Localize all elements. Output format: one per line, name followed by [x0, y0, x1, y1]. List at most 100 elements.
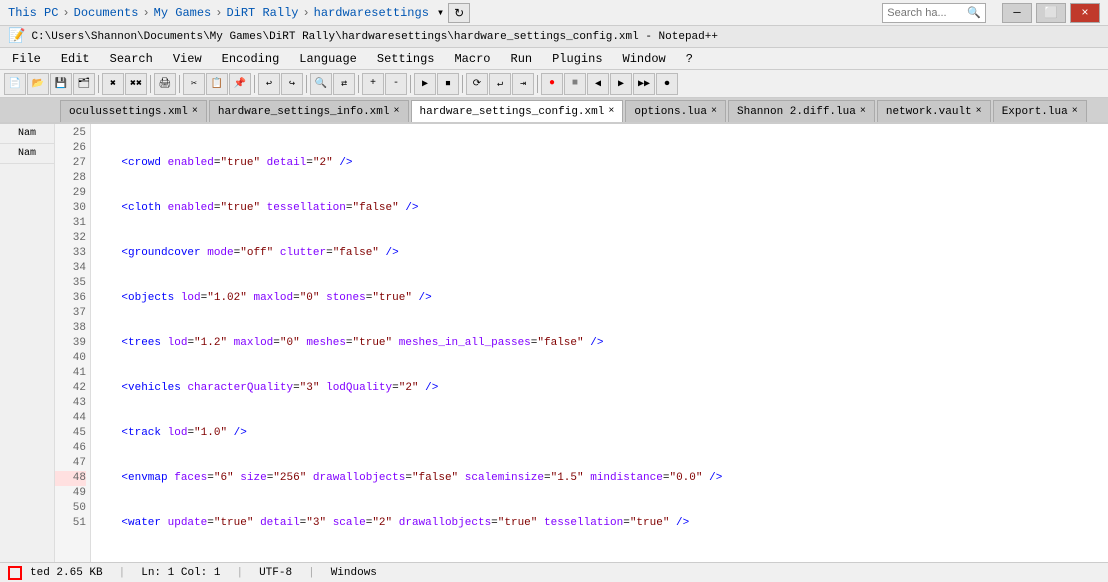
code-line-27: <groundcover mode="off" clutter="false" …	[95, 246, 1104, 261]
minimize-button[interactable]: ─	[1002, 3, 1032, 23]
toolbar-indent[interactable]: ⇥	[512, 73, 534, 95]
toolbar-open[interactable]: 📂	[27, 73, 49, 95]
tab-export-lua[interactable]: Export.lua ×	[993, 100, 1087, 122]
toolbar-paste[interactable]: 📌	[229, 73, 251, 95]
toolbar-copy[interactable]: 📋	[206, 73, 228, 95]
linenum-50: 50	[55, 501, 86, 516]
toolbar-undo[interactable]: ↩	[258, 73, 280, 95]
linenum-49: 49	[55, 486, 86, 501]
menu-language[interactable]: Language	[291, 50, 365, 68]
restore-button[interactable]: ⬜	[1036, 3, 1066, 23]
toolbar-rec[interactable]: ⏺	[656, 73, 678, 95]
toolbar-sep7	[410, 75, 411, 93]
toolbar-sep6	[358, 75, 359, 93]
code-line-31: <track lod="1.0" />	[95, 426, 1104, 441]
toolbar-macro1[interactable]: ▶	[414, 73, 436, 95]
menu-file[interactable]: File	[4, 50, 49, 68]
linenum-48: 48	[55, 471, 86, 486]
breadcrumb-mygames[interactable]: My Games	[154, 6, 212, 20]
toolbar-sep8	[462, 75, 463, 93]
tab-close-network-vault[interactable]: ×	[976, 106, 982, 117]
toolbar-run[interactable]: ●	[541, 73, 563, 95]
tab-close-options-lua[interactable]: ×	[711, 106, 717, 117]
tab-close-oculussettings[interactable]: ×	[192, 106, 198, 117]
breadcrumb-thispc[interactable]: This PC	[8, 6, 58, 20]
toolbar-stop[interactable]: ■	[564, 73, 586, 95]
toolbar-next[interactable]: ▶	[610, 73, 632, 95]
tab-hardware-info[interactable]: hardware_settings_info.xml ×	[209, 100, 409, 122]
toolbar-zoomin[interactable]: +	[362, 73, 384, 95]
toolbar-redo[interactable]: ↪	[281, 73, 303, 95]
status-edit-indicator	[8, 566, 22, 580]
menu-edit[interactable]: Edit	[53, 50, 98, 68]
breadcrumb-sep2: ›	[142, 6, 149, 20]
tab-close-hardware-info[interactable]: ×	[393, 106, 399, 117]
search-input[interactable]	[887, 7, 967, 19]
code-editor[interactable]: <crowd enabled="true" detail="2" /> <clo…	[91, 124, 1108, 562]
linenum-25: 25	[55, 126, 86, 141]
toolbar-close[interactable]: ✖	[102, 73, 124, 95]
toolbar-sync[interactable]: ⟳	[466, 73, 488, 95]
linenum-35: 35	[55, 276, 86, 291]
breadcrumb-sep3: ›	[215, 6, 222, 20]
menu-search[interactable]: Search	[102, 50, 161, 68]
linenum-28: 28	[55, 171, 86, 186]
linenum-34: 34	[55, 261, 86, 276]
tab-close-export-lua[interactable]: ×	[1072, 106, 1078, 117]
toolbar-prev[interactable]: ◀	[587, 73, 609, 95]
linenum-32: 32	[55, 231, 86, 246]
toolbar-sep1	[98, 75, 99, 93]
breadcrumb-hardwaresettings[interactable]: hardwaresettings	[314, 6, 429, 20]
toolbar-cut[interactable]: ✂	[183, 73, 205, 95]
menu-window[interactable]: Window	[615, 50, 674, 68]
linenum-33: 33	[55, 246, 86, 261]
menu-run[interactable]: Run	[503, 50, 541, 68]
left-panel-icon1[interactable]: Nam	[0, 124, 54, 144]
toolbar-find[interactable]: 🔍	[310, 73, 332, 95]
code-line-32: <envmap faces="6" size="256" drawallobje…	[95, 471, 1104, 486]
tab-hardware-config[interactable]: hardware_settings_config.xml ×	[411, 100, 624, 123]
tab-close-shannon-diff[interactable]: ×	[860, 106, 866, 117]
left-panel-icon2[interactable]: Nam	[0, 144, 54, 164]
toolbar-print[interactable]: 🖨	[154, 73, 176, 95]
toolbar-play[interactable]: ▶▶	[633, 73, 655, 95]
breadcrumb-dropdown[interactable]: ▾	[437, 5, 444, 20]
menu-view[interactable]: View	[165, 50, 210, 68]
tab-network-vault[interactable]: network.vault ×	[877, 100, 991, 122]
toolbar-closeall[interactable]: ✖✖	[125, 73, 147, 95]
refresh-button[interactable]: ↻	[448, 3, 470, 23]
tab-options-lua[interactable]: options.lua ×	[625, 100, 726, 122]
close-button[interactable]: ×	[1070, 3, 1100, 23]
line-numbers: 25 26 27 28 29 30 31 32 33 34 35 36 37 3…	[55, 124, 91, 562]
menu-encoding[interactable]: Encoding	[214, 50, 288, 68]
tab-label: Shannon 2.diff.lua	[737, 106, 856, 118]
toolbar-zoomout[interactable]: -	[385, 73, 407, 95]
code-line-28: <objects lod="1.02" maxlod="0" stones="t…	[95, 291, 1104, 306]
menu-help[interactable]: ?	[678, 50, 701, 68]
linenum-36: 36	[55, 291, 86, 306]
menu-macro[interactable]: Macro	[446, 50, 498, 68]
toolbar-save[interactable]: 💾	[50, 73, 72, 95]
linenum-42: 42	[55, 381, 86, 396]
breadcrumb-documents[interactable]: Documents	[74, 6, 139, 20]
linenum-31: 31	[55, 216, 86, 231]
toolbar-macro2[interactable]: ⏹	[437, 73, 459, 95]
tab-oculussettings[interactable]: oculussettings.xml ×	[60, 100, 207, 122]
linenum-47: 47	[55, 456, 86, 471]
menu-settings[interactable]: Settings	[369, 50, 443, 68]
toolbar-new[interactable]: 📄	[4, 73, 26, 95]
status-size: ted 2.65 KB	[30, 567, 103, 579]
menu-plugins[interactable]: Plugins	[544, 50, 610, 68]
toolbar-wordwrap[interactable]: ↵	[489, 73, 511, 95]
status-eol: Windows	[331, 567, 377, 579]
tab-label: hardware_settings_info.xml	[218, 106, 390, 118]
left-panel: Nam Nam	[0, 124, 55, 562]
toolbar-replace[interactable]: ⇄	[333, 73, 355, 95]
title-text: C:\Users\Shannon\Documents\My Games\DiRT…	[31, 31, 1100, 43]
tab-close-hardware-config[interactable]: ×	[608, 106, 614, 117]
toolbar-saveall[interactable]: 🗂	[73, 73, 95, 95]
tab-label: network.vault	[886, 106, 972, 118]
breadcrumb-dirtrally[interactable]: DiRT Rally	[226, 6, 298, 20]
tab-shannon-diff[interactable]: Shannon 2.diff.lua ×	[728, 100, 875, 122]
code-line-29: <trees lod="1.2" maxlod="0" meshes="true…	[95, 336, 1104, 351]
